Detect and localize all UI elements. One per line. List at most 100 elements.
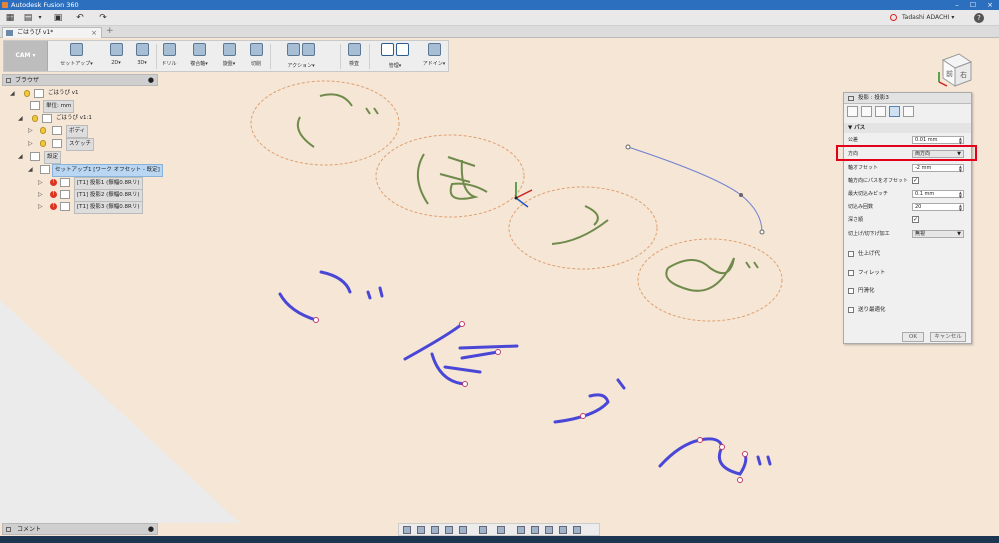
manage-button[interactable]: 管理▾	[372, 43, 418, 71]
visibility-bulb-icon[interactable]	[40, 140, 46, 147]
zoom-icon[interactable]	[445, 526, 453, 534]
browser-header[interactable]: ブラウザ ●	[2, 74, 158, 86]
visibility-bulb-icon[interactable]	[40, 127, 46, 134]
dialog-header[interactable]: 投影 : 投影3	[844, 93, 971, 104]
cancel-button[interactable]: キャンセル	[930, 332, 966, 342]
depth-first-checkbox[interactable]: ✓	[912, 216, 919, 223]
section-fillet[interactable]: フィレット	[844, 268, 971, 278]
cutting-button[interactable]: 切削	[245, 43, 267, 71]
multi-axis-button[interactable]: 複合軸▾	[184, 43, 214, 71]
section-feed-optimization[interactable]: 送り最適化	[844, 305, 971, 315]
help-icon[interactable]: ?	[974, 13, 984, 23]
minimize-icon[interactable]: –	[950, 0, 964, 10]
file-dropdown-icon[interactable]: ▾	[34, 12, 46, 24]
file-menu-icon[interactable]: ▤	[22, 12, 34, 24]
multiple-depths-row: 軸方向にパスをオフセット ✓	[848, 177, 969, 186]
expand-arrow-icon[interactable]: ◢	[10, 88, 15, 99]
feed-optimization-checkbox[interactable]	[848, 306, 854, 313]
maximize-icon[interactable]: ☐	[966, 0, 980, 10]
record-icon[interactable]	[890, 14, 897, 21]
ok-button[interactable]: OK	[902, 332, 924, 342]
section-passes[interactable]: ▼ パス	[844, 123, 971, 133]
expand-arrow-icon[interactable]: ▷	[38, 189, 43, 200]
curve-endpoint	[625, 144, 631, 150]
folder-icon	[52, 139, 62, 148]
expand-arrow-icon[interactable]: ▷	[28, 138, 33, 149]
comments-panel[interactable]: コメント ●	[2, 523, 158, 535]
expand-arrow-icon[interactable]: ◢	[28, 164, 33, 175]
tab-tool[interactable]	[847, 106, 858, 117]
expand-arrow-icon[interactable]: ▷	[38, 177, 43, 188]
sketch-stroke	[365, 107, 379, 115]
workspace-switcher[interactable]: CAM ▾	[4, 41, 48, 71]
display-settings-icon[interactable]	[479, 526, 487, 534]
grid-settings-icon[interactable]	[497, 526, 505, 534]
stepdowns-label: 切込み回数	[848, 204, 874, 210]
close-icon[interactable]: ×	[983, 0, 997, 10]
view-right-icon[interactable]	[545, 526, 553, 534]
view-front-icon[interactable]	[517, 526, 525, 534]
max-stepdown-field[interactable]: 0.1 mm ▲ ▼	[912, 190, 964, 199]
tolerance-label: 公差	[848, 137, 859, 143]
addins-button[interactable]: アドイン▾	[420, 43, 448, 71]
section-smoothing[interactable]: 円滑化	[844, 286, 971, 296]
actions-button[interactable]: アクション▾	[274, 43, 328, 71]
expand-comments-icon[interactable]	[6, 527, 11, 532]
setup-button[interactable]: セットアップ▾	[59, 43, 94, 71]
redo-icon[interactable]: ↷	[97, 12, 109, 24]
tab-linking[interactable]	[903, 106, 914, 117]
view-iso-icon[interactable]	[573, 526, 581, 534]
undo-icon[interactable]: ↶	[74, 12, 86, 24]
look-at-icon[interactable]	[417, 526, 425, 534]
new-tab-icon[interactable]: +	[106, 26, 114, 36]
view-cube[interactable]: 前 右	[935, 50, 975, 90]
finishing-select[interactable]: 無視 ▼	[912, 230, 964, 238]
guide-ellipse	[250, 80, 400, 166]
drill-icon	[162, 43, 176, 56]
expand-arrow-icon[interactable]: ◢	[18, 151, 23, 162]
smoothing-checkbox[interactable]	[848, 287, 854, 294]
3d-button[interactable]: 3D▾	[131, 43, 153, 71]
multiple-depths-checkbox[interactable]: ✓	[912, 177, 919, 184]
close-tab-icon[interactable]: ×	[91, 28, 97, 38]
visibility-bulb-icon[interactable]	[24, 90, 30, 97]
fillet-checkbox[interactable]	[848, 269, 854, 276]
tolerance-field[interactable]: 0.01 mm ▲ ▼	[912, 136, 964, 145]
visibility-bulb-icon[interactable]	[32, 115, 38, 122]
drill-button[interactable]: ドリル	[158, 43, 180, 71]
wcs-triad	[514, 182, 533, 208]
tab-geometry[interactable]	[861, 106, 872, 117]
browser-pin-icon[interactable]: ●	[148, 75, 154, 86]
save-icon[interactable]: ▣	[52, 12, 64, 24]
spinner-icon[interactable]: ▲ ▼	[959, 165, 962, 173]
document-tab[interactable]: ごはうぴ v1* ×	[2, 27, 102, 38]
expand-arrow-icon[interactable]: ▷	[38, 201, 43, 212]
inspect-button[interactable]: 検査	[343, 43, 365, 71]
tab-heights[interactable]	[875, 106, 886, 117]
dialog-icon	[848, 96, 854, 101]
view-home-icon[interactable]	[559, 526, 567, 534]
expand-arrow-icon[interactable]: ◢	[18, 113, 23, 124]
view-top-icon[interactable]	[531, 526, 539, 534]
grid-menu-icon[interactable]: ▦	[4, 12, 16, 24]
stepdowns-field[interactable]: 20 ▲ ▼	[912, 203, 964, 212]
title-bar: Autodesk Fusion 360 – ☐ ×	[0, 0, 999, 10]
expand-arrow-icon[interactable]: ▷	[28, 125, 33, 136]
2d-button[interactable]: 2D▾	[105, 43, 127, 71]
spinner-icon[interactable]: ▲ ▼	[959, 137, 962, 145]
axial-offset-field[interactable]: -2 mm ▲ ▼	[912, 164, 964, 173]
orbit-icon[interactable]	[403, 526, 411, 534]
collapse-browser-icon[interactable]	[6, 78, 11, 83]
spinner-icon[interactable]: ▲ ▼	[959, 204, 962, 212]
comments-pin-icon[interactable]: ●	[148, 524, 154, 535]
user-account[interactable]: Tadashi ADACHI ▾	[902, 12, 954, 24]
finishing-passes-checkbox[interactable]	[848, 250, 854, 257]
section-finishing-passes[interactable]: 仕上げ代	[844, 249, 971, 259]
view-cube-graphic[interactable]: 前 右	[935, 50, 975, 90]
fit-icon[interactable]	[459, 526, 467, 534]
spinner-icon[interactable]: ▲ ▼	[959, 191, 962, 199]
tab-passes[interactable]	[889, 106, 900, 117]
pan-icon[interactable]	[431, 526, 439, 534]
ribbon-separator	[156, 44, 157, 69]
turning-button[interactable]: 旋盤▾	[217, 43, 241, 71]
